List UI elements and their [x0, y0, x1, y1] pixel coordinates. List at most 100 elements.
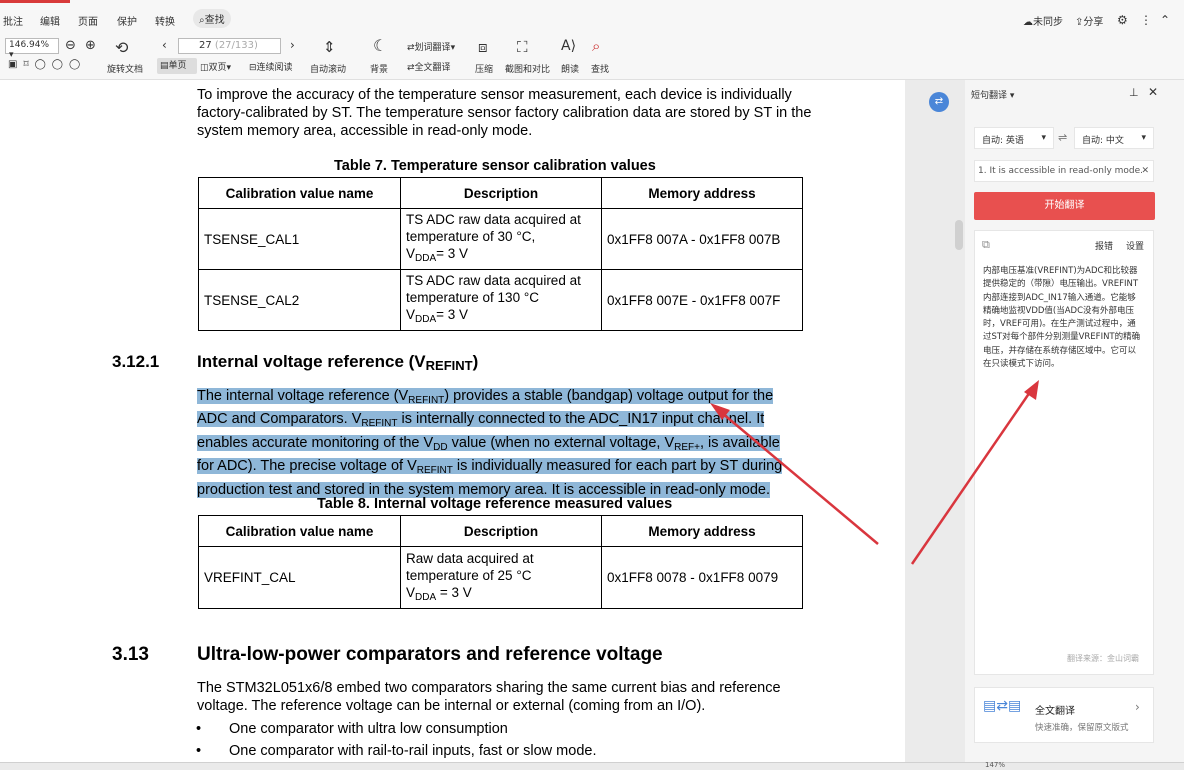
source-credit: 翻译来源：金山词霸 [1067, 654, 1139, 663]
highlighted-paragraph[interactable]: The internal voltage reference (VREFINT)… [197, 387, 817, 499]
clear-icon: ✕ [1141, 166, 1149, 176]
share-button[interactable]: ⇪分享 [1075, 13, 1103, 28]
table-cell: 0x1FF8 007E - 0x1FF8 007F [601, 269, 803, 331]
table-row: TSENSE_CAL1 TS ADC raw data acquired at t… [198, 208, 803, 270]
menu-page[interactable]: 页面 [78, 13, 98, 28]
table7-header: Calibration value name [198, 177, 401, 209]
table8-header: Description [400, 515, 602, 547]
result-panel: ⧉ 报错 设置 内部电压基准(VREFINT)为ADC和比较器提供稳定的（带隙）… [974, 230, 1154, 675]
source-language-select[interactable]: 自动: 英语 ▾ [974, 127, 1054, 149]
table-cell: TS ADC raw data acquired at temperature o… [400, 208, 602, 270]
document-translate-icon: ▤⇄▤ [983, 698, 1022, 714]
table-cell: TSENSE_CAL1 [198, 208, 401, 270]
menu-convert[interactable]: 转换 [155, 13, 175, 28]
pin-icon[interactable]: ⊥ [1129, 86, 1139, 99]
copy-icon[interactable]: ⧉ [982, 238, 990, 252]
source-text-input[interactable]: 1. It is accessible in read-only mode. ✕ [974, 160, 1154, 182]
section-number: 3.13 [112, 644, 149, 665]
double-page-icon: ◫ [200, 63, 209, 73]
sync-status[interactable]: ☁未同步 [1023, 13, 1063, 28]
screenshot-icon[interactable]: ⛶ [517, 38, 528, 56]
autoscroll-label: 自动滚动 [310, 65, 347, 75]
table7-title: Table 7. Temperature sensor calibration … [334, 158, 656, 174]
prev-page-icon[interactable]: ‹ [162, 38, 167, 52]
search-menu[interactable]: ⌕查找 [193, 9, 231, 28]
table8: Calibration value name Description Memor… [198, 515, 803, 609]
close-icon[interactable]: ✕ [1148, 85, 1158, 99]
more-icon[interactable]: ⋮ [1140, 13, 1152, 27]
document-page: To improve the accuracy of the temperatu… [0, 80, 905, 762]
next-page-icon[interactable]: › [290, 38, 295, 52]
translate-panel: 短句翻译 ▾ ⊥ ✕ 自动: 英语 ▾ ⇌ 自动: 中文 ▾ 1. It is ac… [955, 80, 1184, 762]
single-page-button[interactable]: ▤单页 [157, 58, 197, 74]
continuous-icon: ⊟ [249, 63, 257, 73]
intro-paragraph: To improve the accuracy of the temperatu… [197, 87, 812, 139]
word-translate-button[interactable]: ⇄划词翻译▾ [407, 40, 455, 53]
full-translate-card[interactable]: ▤⇄▤ 全文翻译 快速准确，保留原文版式 › [974, 687, 1154, 743]
table-row: TSENSE_CAL2 TS ADC raw data acquired at t… [198, 269, 803, 331]
report-link[interactable]: 报错 [1095, 239, 1113, 252]
translate-float-icon[interactable]: ⇄ [929, 92, 949, 112]
moon-icon[interactable]: ☾ [373, 36, 387, 55]
chevron-right-icon: › [1135, 700, 1140, 714]
list-item: • One comparator with rail-to-rail inputs… [196, 743, 597, 759]
section-title: Ultra-low-power comparators and referenc… [197, 644, 663, 665]
toolbar: 批注 编辑 页面 保护 转换 ⌕查找 ☁未同步 ⇪分享 ⚙ ⋮ ⌃ 146.94… [0, 0, 1184, 80]
section-title: Internal voltage reference (VREFINT) [197, 352, 479, 373]
full-translate-button[interactable]: ⇄全文翻译 [407, 60, 451, 73]
compress-icon[interactable]: ⧈ [478, 38, 488, 56]
single-page-icon: ▤ [160, 61, 169, 71]
find-icon[interactable]: ⌕ [592, 37, 600, 55]
table8-title: Table 8. Internal voltage reference meas… [317, 496, 673, 512]
section-number: 3.12.1 [112, 352, 160, 371]
table-row: VREFINT_CAL Raw data acquired at temperat… [198, 546, 803, 609]
rotate-icon[interactable]: ⟲ [115, 38, 128, 57]
zoom-out-icon[interactable]: ⊖ [65, 38, 76, 53]
zoom-select[interactable]: 146.94% ▾ [5, 38, 59, 60]
full-translate-title: 全文翻译 [1035, 706, 1075, 717]
page-gutter: ⇄ [905, 80, 965, 762]
full-translate-icon: ⇄ [407, 63, 415, 73]
translate-icon: ⇄ [407, 43, 415, 53]
table-cell: 0x1FF8 007A - 0x1FF8 007B [601, 208, 803, 270]
table8-header: Calibration value name [198, 515, 401, 547]
fit-icons[interactable]: ▣⌑◯◯◯ [8, 59, 86, 70]
collapse-icon[interactable]: ⌃ [1160, 13, 1170, 27]
menu-annotate[interactable]: 批注 [3, 13, 23, 28]
table-cell: Raw data acquired at temperature of 25 °C… [400, 546, 602, 609]
table7: Calibration value name Description Memor… [198, 177, 803, 331]
panel-title[interactable]: 短句翻译 ▾ [971, 88, 1014, 101]
table-cell: TSENSE_CAL2 [198, 269, 401, 331]
gear-icon[interactable]: ⚙ [1117, 13, 1128, 27]
scrollbar[interactable] [955, 220, 963, 250]
menu-protect[interactable]: 保护 [117, 13, 137, 28]
section-paragraph: The STM32L051x6/8 embed two comparators … [197, 680, 781, 714]
menu-edit[interactable]: 编辑 [40, 13, 60, 28]
table7-header: Description [400, 177, 602, 209]
settings-link[interactable]: 设置 [1126, 239, 1144, 252]
table8-header: Memory address [601, 515, 803, 547]
find-label: 查找 [591, 65, 610, 75]
autoscroll-icon[interactable]: ⇕ [323, 38, 336, 56]
rotate-label: 旋转文档 [107, 65, 144, 75]
table-cell: TS ADC raw data acquired at temperature o… [400, 269, 602, 331]
read-aloud-icon[interactable]: A⟩ [561, 38, 576, 54]
translation-result: 内部电压基准(VREFINT)为ADC和比较器提供稳定的（带隙）电压输出。VRE… [983, 266, 1141, 370]
continuous-button[interactable]: ⊟连续阅读 [249, 60, 293, 73]
zoom-in-icon[interactable]: ⊕ [85, 38, 96, 53]
table7-header: Memory address [601, 177, 803, 209]
double-page-button[interactable]: ◫双页▾ [200, 60, 231, 73]
full-translate-subtitle: 快速准确，保留原文版式 [1035, 723, 1129, 733]
read-aloud-label: 朗读 [561, 65, 580, 75]
start-translate-button[interactable]: 开始翻译 [974, 192, 1155, 220]
table-cell: VREFINT_CAL [198, 546, 401, 609]
background-label: 背景 [370, 65, 389, 75]
swap-icon[interactable]: ⇌ [1058, 131, 1067, 144]
status-zoom[interactable]: 147% [985, 761, 1005, 769]
table-cell: 0x1FF8 0078 - 0x1FF8 0079 [601, 546, 803, 609]
target-language-select[interactable]: 自动: 中文 ▾ [1074, 127, 1154, 149]
compress-label: 压缩 [475, 65, 494, 75]
status-bar: 147% [0, 761, 1184, 770]
page-input[interactable]: 27 (27/133) [178, 38, 281, 54]
screenshot-label: 截图和对比 [505, 65, 551, 75]
